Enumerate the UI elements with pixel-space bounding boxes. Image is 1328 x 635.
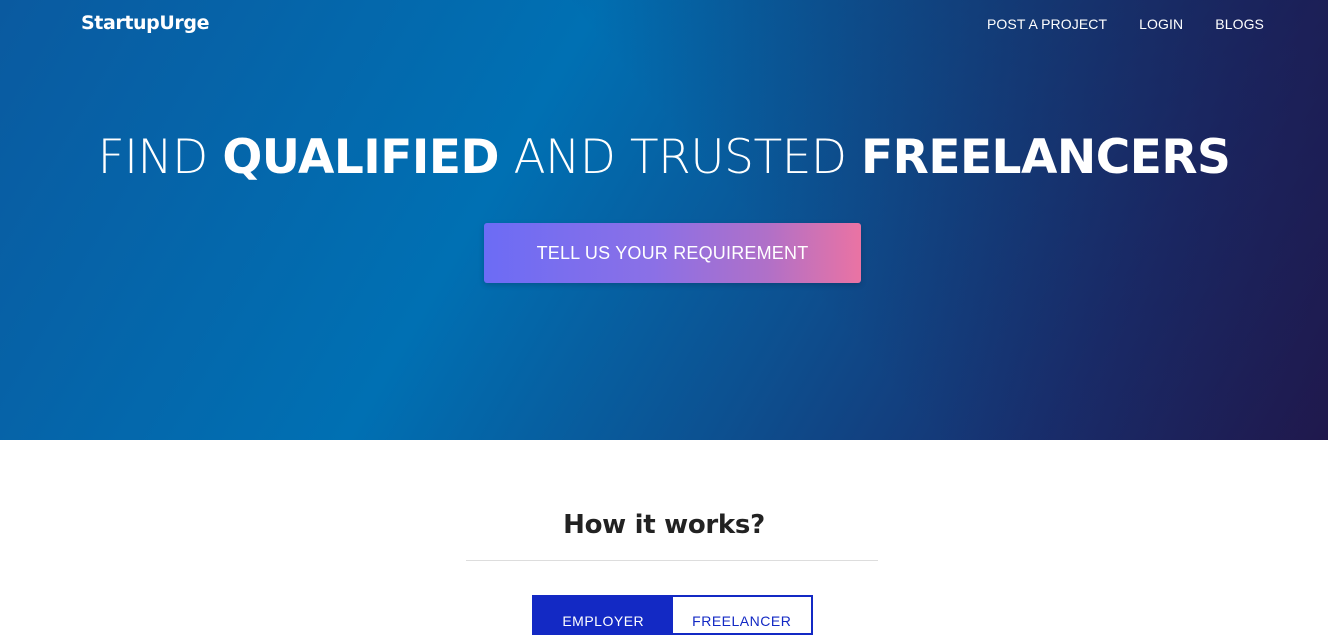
headline-part-qualified: QUALIFIED [222,130,500,185]
section-divider [466,560,878,561]
hero-headline: FIND QUALIFIED AND TRUSTED FREELANCERS [0,128,1328,188]
role-toggle: EMPLOYER FREELANCER [532,595,813,635]
brand-logo[interactable]: StartupUrge [81,12,209,34]
headline-part-find: FIND [97,130,223,185]
headline-part-and-trusted: AND TRUSTED [499,130,862,185]
hero-section: StartupUrge POST A PROJECT LOGIN BLOGS F… [0,0,1328,440]
nav-blogs[interactable]: BLOGS [1215,16,1264,32]
hero-overlay [0,0,1328,440]
nav-post-a-project[interactable]: POST A PROJECT [987,16,1107,32]
nav-login[interactable]: LOGIN [1139,16,1183,32]
tab-freelancer[interactable]: FREELANCER [672,597,811,633]
tab-employer[interactable]: EMPLOYER [534,597,673,633]
headline-part-freelancers: FREELANCERS [861,130,1231,185]
how-it-works-title: How it works? [563,510,765,540]
main-nav: POST A PROJECT LOGIN BLOGS [987,16,1264,32]
tell-us-requirement-button[interactable]: TELL US YOUR REQUIREMENT [484,223,861,283]
